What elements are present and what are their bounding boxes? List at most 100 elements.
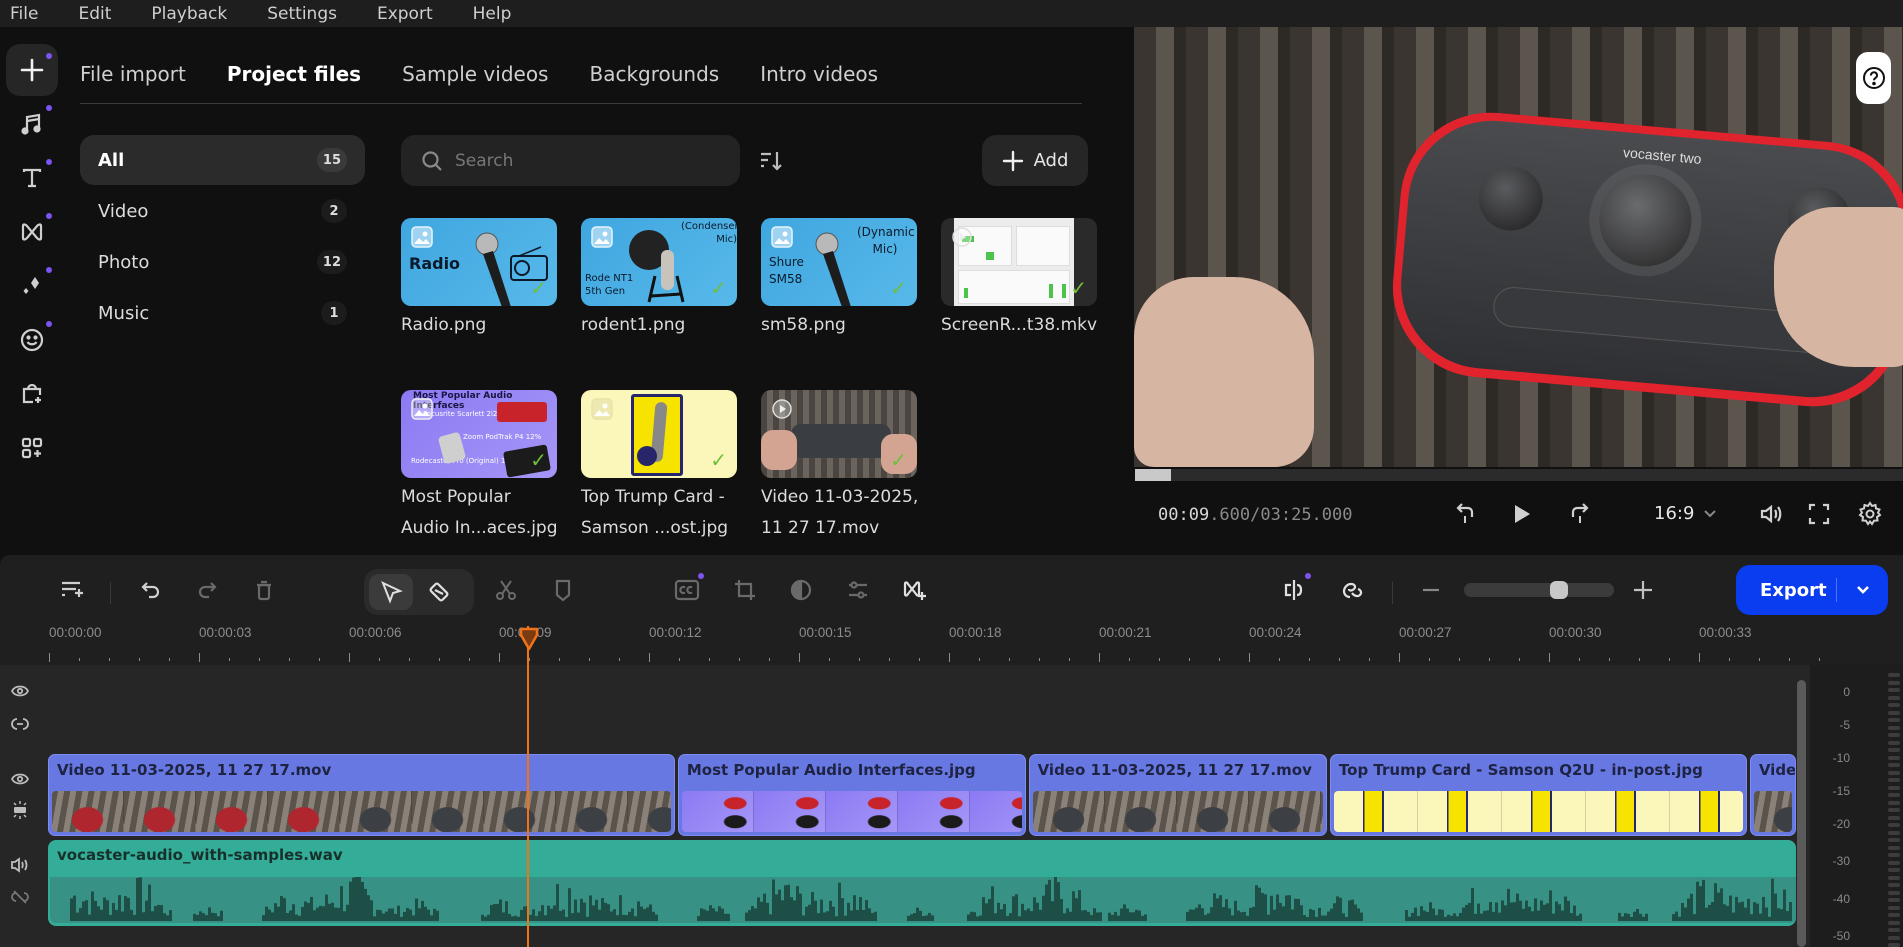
menu-export[interactable]: Export bbox=[365, 4, 445, 24]
menu-playback[interactable]: Playback bbox=[139, 4, 239, 24]
video-clip[interactable]: Video 11-03-2025, 11 27 17.mov bbox=[1028, 754, 1328, 836]
audio-clip[interactable]: vocaster-audio_with-samples.wav bbox=[48, 840, 1796, 926]
waveform-bar bbox=[352, 877, 355, 921]
tab-intro-videos[interactable]: Intro videos bbox=[760, 62, 878, 86]
rewind-1s-button[interactable] bbox=[1450, 499, 1480, 529]
menu-settings[interactable]: Settings bbox=[255, 4, 349, 24]
rail-text-button[interactable] bbox=[6, 152, 58, 204]
waveform-bar bbox=[841, 898, 844, 921]
zoom-in-button[interactable] bbox=[1628, 575, 1658, 605]
playhead-handle[interactable] bbox=[519, 627, 539, 651]
file-tile[interactable]: ✓ Video 11-03-2025, 11 27 17.mov bbox=[761, 390, 918, 544]
file-tile[interactable]: ✓ Top Trump Card - Samson ...ost.jpg bbox=[581, 390, 737, 544]
video-clip[interactable]: Video 11-03-2025, 11 27 17.mov bbox=[48, 754, 676, 836]
waveform-bar bbox=[1429, 902, 1432, 921]
waveform-bar bbox=[88, 914, 91, 921]
fullscreen-button[interactable] bbox=[1804, 499, 1834, 529]
preview-settings-button[interactable] bbox=[1855, 499, 1885, 529]
tab-file-import[interactable]: File import bbox=[80, 62, 186, 86]
help-button[interactable] bbox=[1856, 52, 1891, 104]
rail-apps-button[interactable] bbox=[6, 422, 58, 474]
add-transition-button[interactable] bbox=[900, 575, 930, 605]
category-all[interactable]: All 15 bbox=[80, 135, 365, 185]
file-tile[interactable]: Radio ✓ Radio.png bbox=[401, 218, 557, 341]
ruler-label: 00:00:18 bbox=[949, 625, 1002, 640]
add-track-button[interactable] bbox=[57, 575, 87, 605]
video-clip[interactable]: Most Popular Audio Interfaces.jpg bbox=[677, 754, 1027, 836]
rail-stickers-button[interactable] bbox=[6, 314, 58, 366]
sparkle-icon bbox=[23, 277, 39, 294]
adjust-button[interactable] bbox=[843, 575, 873, 605]
menu-file[interactable]: File bbox=[0, 4, 50, 24]
timeline-zoom-slider[interactable] bbox=[1464, 581, 1614, 599]
crop-button[interactable] bbox=[730, 575, 760, 605]
category-music[interactable]: Music 1 bbox=[80, 288, 365, 338]
image-type-icon bbox=[591, 398, 613, 420]
waveform-bar bbox=[775, 894, 778, 921]
waveform-bar bbox=[325, 894, 328, 921]
rail-add-media-button[interactable] bbox=[6, 44, 58, 96]
tab-sample-videos[interactable]: Sample videos bbox=[402, 62, 548, 86]
track-link-toggle[interactable] bbox=[10, 714, 30, 734]
color-button[interactable] bbox=[786, 575, 816, 605]
redo-button[interactable] bbox=[192, 575, 222, 605]
waveform-bar bbox=[1276, 894, 1279, 921]
export-button[interactable]: Export bbox=[1736, 565, 1888, 615]
captions-button[interactable] bbox=[672, 573, 704, 605]
rail-transitions-button[interactable] bbox=[6, 206, 58, 258]
file-thumbnail: ✓ bbox=[761, 390, 917, 478]
menu-edit[interactable]: Edit bbox=[66, 4, 123, 24]
file-thumbnail: ✓ bbox=[581, 390, 737, 478]
track-visibility-toggle[interactable] bbox=[10, 681, 30, 701]
search-input[interactable] bbox=[455, 150, 715, 171]
zoom-slider-thumb[interactable] bbox=[1549, 581, 1568, 599]
magnet-snap-button[interactable] bbox=[1338, 575, 1368, 605]
zoom-out-button[interactable] bbox=[1416, 575, 1446, 605]
marker-button[interactable] bbox=[548, 575, 578, 605]
delete-button[interactable] bbox=[249, 575, 279, 605]
timeline-vertical-scrollbar[interactable] bbox=[1797, 680, 1806, 947]
rail-music-button[interactable] bbox=[6, 98, 58, 150]
select-tool-button[interactable] bbox=[369, 574, 413, 610]
sort-button[interactable] bbox=[755, 145, 787, 177]
microphone-graphic bbox=[815, 232, 851, 306]
menu-help[interactable]: Help bbox=[461, 4, 524, 24]
forward-1s-button[interactable] bbox=[1565, 499, 1595, 529]
ruler-minor-tick bbox=[1429, 658, 1430, 661]
video-clip[interactable]: Top Trump Card - Samson Q2U - in-post.jp… bbox=[1329, 754, 1748, 836]
aspect-ratio-select[interactable]: 16:9 bbox=[1654, 503, 1717, 524]
timeline-ruler[interactable]: 00:00:0000:00:0300:00:0600:00:0900:00:12… bbox=[0, 625, 1820, 665]
undo-button[interactable] bbox=[136, 575, 166, 605]
waveform-bar bbox=[1435, 915, 1438, 921]
playhead-line[interactable] bbox=[527, 626, 529, 947]
ruler-major-tick bbox=[199, 653, 200, 662]
split-button[interactable] bbox=[491, 575, 521, 605]
file-tile[interactable]: ✓ ScreenR...t38.mkv bbox=[941, 218, 1097, 341]
waveform-bar bbox=[481, 914, 484, 921]
file-tile[interactable]: Shure SM58 (Dynamic Mic) ✓ sm58.png bbox=[761, 218, 917, 341]
blade-tool-button[interactable] bbox=[426, 579, 456, 607]
tab-backgrounds[interactable]: Backgrounds bbox=[589, 62, 719, 86]
seek-bar[interactable] bbox=[1135, 469, 1903, 481]
add-media-button[interactable]: Add bbox=[982, 135, 1088, 186]
volume-button[interactable] bbox=[1756, 499, 1786, 529]
waveform-bar bbox=[1690, 893, 1693, 921]
video-clip[interactable]: Video 11-03-2025, 11 27 17.mov bbox=[1749, 754, 1796, 836]
export-options-button[interactable] bbox=[1837, 585, 1888, 595]
track-visibility-toggle[interactable] bbox=[10, 769, 30, 789]
file-tile[interactable]: Rode NT1 5th Gen (Condenser Mic) ✓ roden… bbox=[581, 218, 737, 341]
category-video[interactable]: Video 2 bbox=[80, 186, 365, 236]
track-mute-toggle[interactable] bbox=[10, 855, 30, 875]
rail-effects-button[interactable] bbox=[6, 260, 58, 312]
file-tile[interactable]: Most Popular Audio Interfaces Focusrite … bbox=[401, 390, 558, 544]
play-button[interactable] bbox=[1507, 499, 1537, 529]
track-unlink-toggle[interactable] bbox=[10, 887, 30, 907]
track-main-indicator[interactable] bbox=[10, 800, 30, 820]
tab-project-files[interactable]: Project files bbox=[227, 62, 361, 86]
waveform-bar bbox=[559, 910, 562, 921]
rail-store-button[interactable] bbox=[6, 368, 58, 420]
category-photo[interactable]: Photo 12 bbox=[80, 237, 365, 287]
video-preview[interactable]: vocaster two bbox=[1134, 27, 1903, 467]
audio-detach-button[interactable] bbox=[1279, 573, 1311, 605]
waveform-bar bbox=[1678, 916, 1681, 921]
